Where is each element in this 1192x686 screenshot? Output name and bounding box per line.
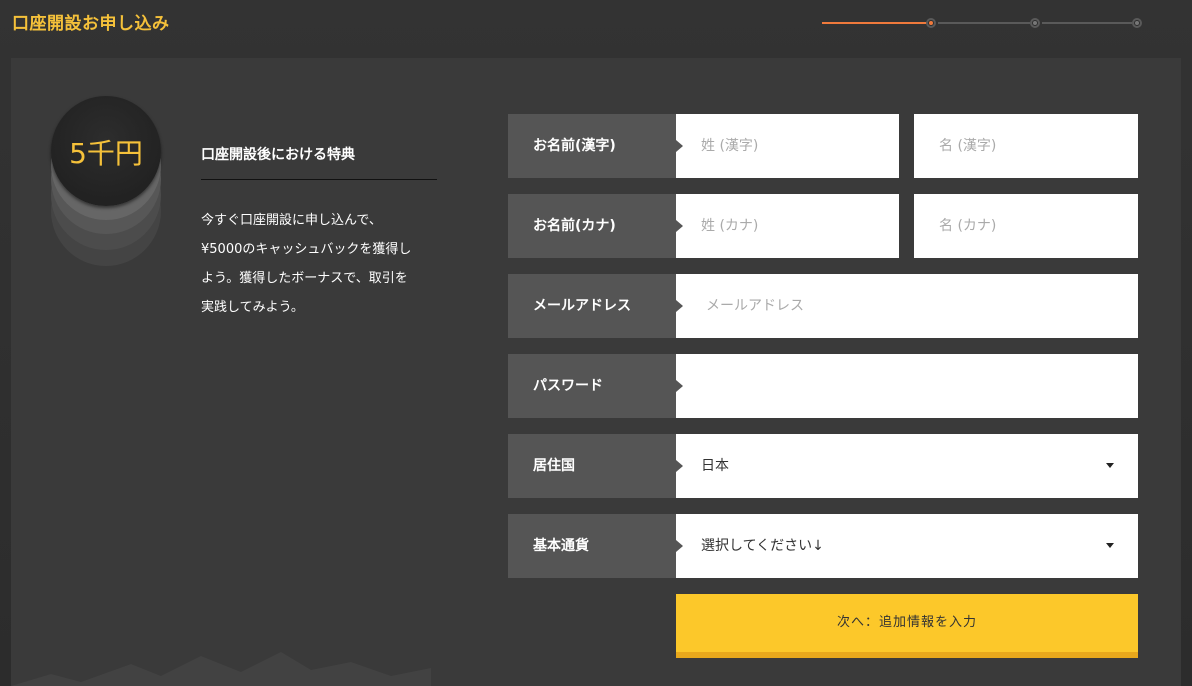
email-input[interactable] <box>676 274 1138 338</box>
benefit-description: 今すぐ口座開設に申し込んで、¥5000のキャッシュバックを獲得しよう。獲得したボ… <box>201 213 412 315</box>
password-row: パスワード <box>508 354 1138 418</box>
mountain-decoration <box>11 652 431 686</box>
progress-line-3 <box>1042 22 1132 24</box>
last-name-kana-input[interactable] <box>676 194 899 258</box>
country-row: 居住国 日本 <box>508 434 1138 498</box>
progress-step-3 <box>1132 18 1142 28</box>
currency-value: 選択してください↓ <box>701 538 824 554</box>
name-kana-label: お名前(カナ) <box>508 194 683 258</box>
last-name-kanji-input[interactable] <box>676 114 899 178</box>
country-value: 日本 <box>701 458 729 474</box>
next-button[interactable]: 次へ：追加情報を入力 <box>676 594 1138 658</box>
progress-step-1 <box>926 18 936 28</box>
password-input[interactable] <box>676 354 1138 418</box>
progress-line-1 <box>822 22 928 24</box>
first-name-kana-input[interactable] <box>914 194 1138 258</box>
first-name-kanji-input[interactable] <box>914 114 1138 178</box>
coin-icon: 5千円 <box>51 96 161 206</box>
email-row: メールアドレス <box>508 274 1138 338</box>
email-label: メールアドレス <box>508 274 683 338</box>
page-title: 口座開設お申し込み <box>12 14 170 34</box>
progress-step-2 <box>1030 18 1040 28</box>
password-label: パスワード <box>508 354 683 418</box>
currency-row: 基本通貨 選択してください↓ <box>508 514 1138 578</box>
name-kanji-label: お名前(漢字) <box>508 114 683 178</box>
progress-steps <box>822 16 1142 30</box>
country-select[interactable]: 日本 <box>676 434 1138 498</box>
name-kanji-row: お名前(漢字) <box>508 114 1138 178</box>
currency-label: 基本通貨 <box>508 514 683 578</box>
registration-panel: 5千円 口座開設後における特典 今すぐ口座開設に申し込んで、¥5000のキャッシ… <box>11 58 1181 686</box>
page: 口座開設お申し込み 5千円 口座開設後における特典 今すぐ口座開設に申し込んで、… <box>0 0 1192 686</box>
progress-line-2 <box>938 22 1030 24</box>
dropdown-caret-icon <box>1106 463 1114 468</box>
currency-select[interactable]: 選択してください↓ <box>676 514 1138 578</box>
bonus-amount: 5千円 <box>69 137 143 170</box>
coin-stack-icon: 5千円 <box>51 96 163 266</box>
dropdown-caret-icon <box>1106 543 1114 548</box>
name-kana-row: お名前(カナ) <box>508 194 1138 258</box>
country-label: 居住国 <box>508 434 683 498</box>
divider <box>201 179 437 180</box>
benefit-title: 口座開設後における特典 <box>201 147 355 163</box>
